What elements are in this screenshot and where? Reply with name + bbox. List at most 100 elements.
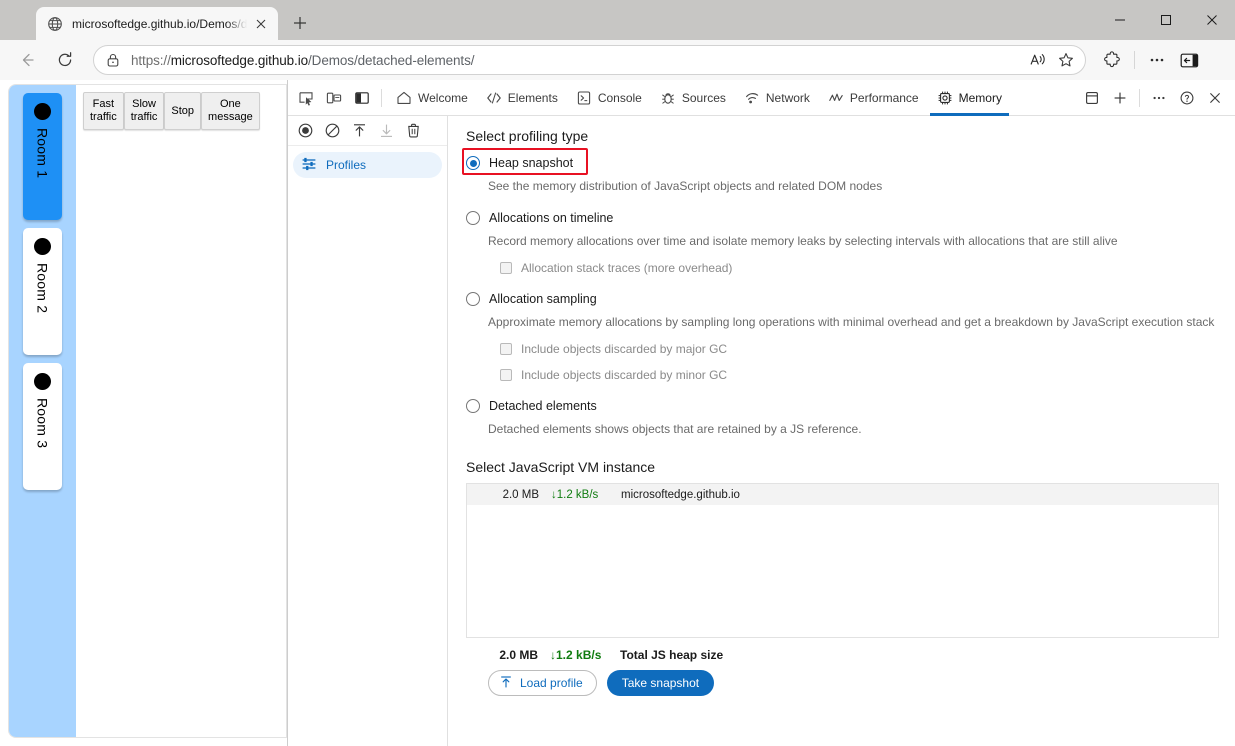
sidebar-icon[interactable] bbox=[1173, 44, 1205, 76]
ellipsis-icon[interactable] bbox=[1141, 44, 1173, 76]
tab-network[interactable]: Network bbox=[735, 80, 819, 116]
checkbox-include-minor-gc[interactable]: Include objects discarded by minor GC bbox=[500, 368, 727, 382]
omnibox-actions bbox=[1024, 46, 1080, 74]
upload-arrow-icon bbox=[499, 675, 513, 692]
load-profile-icon[interactable] bbox=[347, 119, 371, 143]
record-icon[interactable] bbox=[293, 119, 317, 143]
browser-tab[interactable]: microsoftedge.github.io/Demos/d bbox=[36, 7, 279, 40]
option-heap-snapshot: Heap snapshot See the memory distributio… bbox=[462, 148, 1219, 194]
slow-traffic-button[interactable]: Slow traffic bbox=[123, 92, 165, 130]
room-content-pane: Fast traffic Slow traffic Stop One messa… bbox=[76, 85, 286, 737]
total-heap-stats: 2.0 MB ↓1.2 kB/s Total JS heap size bbox=[488, 648, 1219, 662]
radio-allocation-sampling[interactable]: Allocation sampling bbox=[466, 288, 597, 310]
inspect-element-icon[interactable] bbox=[292, 84, 320, 112]
tab-console[interactable]: Console bbox=[567, 80, 651, 116]
tab-close-icon[interactable] bbox=[251, 14, 271, 34]
help-icon[interactable] bbox=[1173, 84, 1201, 112]
address-bar[interactable]: https://microsoftedge.github.io/Demos/de… bbox=[93, 45, 1086, 75]
radio-indicator bbox=[466, 292, 480, 306]
take-snapshot-button[interactable]: Take snapshot bbox=[606, 670, 715, 696]
room-button-3[interactable]: Room 3 bbox=[23, 363, 62, 490]
radio-indicator bbox=[466, 156, 480, 170]
memory-action-buttons: Load profile Take snapshot bbox=[488, 670, 1219, 696]
tab-label: Performance bbox=[849, 90, 919, 105]
more-tabs-plus-icon[interactable] bbox=[1106, 84, 1134, 112]
vm-rate: ↓1.2 kB/s bbox=[539, 489, 611, 501]
globe-icon bbox=[47, 16, 63, 32]
checkbox-label: Include objects discarded by major GC bbox=[521, 342, 728, 356]
tab-memory[interactable]: Memory bbox=[928, 80, 1011, 116]
vm-instance-row[interactable]: 2.0 MB ↓1.2 kB/s microsoftedge.github.io bbox=[467, 484, 1218, 505]
device-toolbar-icon[interactable] bbox=[320, 84, 348, 112]
profiling-type-title: Select profiling type bbox=[466, 128, 589, 144]
option-label: Allocations on timeline bbox=[489, 211, 614, 225]
devtools-right-icons bbox=[1078, 84, 1235, 112]
puzzle-piece-icon[interactable] bbox=[1096, 44, 1128, 76]
room-button-2[interactable]: Room 2 bbox=[23, 228, 62, 355]
devtools-close-icon[interactable] bbox=[1201, 84, 1229, 112]
room-label: Room 1 bbox=[34, 128, 51, 179]
tab-performance[interactable]: Performance bbox=[819, 80, 928, 116]
url-host: microsoftedge.github.io bbox=[170, 52, 309, 68]
memory-sidebar: Profiles bbox=[288, 116, 448, 746]
clear-icon[interactable] bbox=[320, 119, 344, 143]
tab-welcome[interactable]: Welcome bbox=[387, 80, 477, 116]
option-description: See the memory distribution of JavaScrip… bbox=[488, 179, 883, 193]
tab-elements[interactable]: Elements bbox=[477, 80, 567, 116]
dock-side-icon[interactable] bbox=[348, 84, 376, 112]
url-text: https://microsoftedge.github.io/Demos/de… bbox=[131, 53, 1024, 68]
reload-icon[interactable] bbox=[49, 44, 81, 76]
sidebar-item-label: Profiles bbox=[326, 158, 367, 172]
drawer-icon[interactable] bbox=[1078, 84, 1106, 112]
star-icon[interactable] bbox=[1052, 46, 1080, 74]
radio-allocations-on-timeline[interactable]: Allocations on timeline bbox=[466, 207, 613, 229]
minimize-icon[interactable] bbox=[1097, 0, 1143, 40]
save-profile-icon[interactable] bbox=[374, 119, 398, 143]
bug-icon bbox=[660, 90, 676, 106]
fast-traffic-button[interactable]: Fast traffic bbox=[83, 92, 124, 130]
devtools-ellipsis-icon[interactable] bbox=[1145, 84, 1173, 112]
one-message-button[interactable]: One message bbox=[201, 92, 260, 130]
stop-button[interactable]: Stop bbox=[164, 92, 202, 130]
room-status-dot bbox=[34, 373, 51, 390]
checkbox-include-major-gc[interactable]: Include objects discarded by major GC bbox=[500, 342, 727, 356]
checkbox-allocation-stack-traces[interactable]: Allocation stack traces (more overhead) bbox=[500, 261, 732, 275]
checkbox-label: Allocation stack traces (more overhead) bbox=[521, 261, 733, 275]
browser-toolbar: https://microsoftedge.github.io/Demos/de… bbox=[0, 40, 1235, 80]
load-profile-button[interactable]: Load profile bbox=[488, 670, 597, 696]
room-button-1[interactable]: Room 1 bbox=[23, 93, 62, 220]
toolbar-right-actions bbox=[1086, 44, 1215, 76]
url-path: /Demos/detached-elements/ bbox=[308, 52, 475, 68]
devtools-tabbar: Welcome Elements Console Sources Network… bbox=[288, 80, 1235, 116]
delete-icon[interactable] bbox=[401, 119, 425, 143]
maximize-icon[interactable] bbox=[1143, 0, 1189, 40]
total-heap-rate: ↓1.2 kB/s bbox=[538, 648, 610, 662]
checkbox-indicator bbox=[500, 262, 512, 274]
console-icon bbox=[576, 90, 592, 106]
tab-sources[interactable]: Sources bbox=[651, 80, 735, 116]
memory-sidebar-toolbar bbox=[288, 116, 447, 146]
sidebar-item-profiles[interactable]: Profiles bbox=[293, 152, 442, 178]
profiles-icon bbox=[301, 156, 317, 175]
tab-label: Network bbox=[765, 90, 810, 105]
radio-detached-elements[interactable]: Detached elements bbox=[466, 395, 597, 417]
vm-size: 2.0 MB bbox=[502, 488, 539, 501]
lock-icon[interactable] bbox=[104, 51, 122, 69]
read-aloud-icon[interactable] bbox=[1024, 46, 1052, 74]
vm-instance-list[interactable]: 2.0 MB ↓1.2 kB/s microsoftedge.github.io bbox=[466, 483, 1219, 638]
back-arrow-icon[interactable] bbox=[11, 44, 43, 76]
option-description: Record memory allocations over time and … bbox=[488, 234, 1118, 248]
radio-heap-snapshot[interactable]: Heap snapshot bbox=[462, 148, 588, 175]
home-icon bbox=[396, 90, 412, 106]
option-label: Allocation sampling bbox=[489, 292, 597, 306]
radio-indicator bbox=[466, 399, 480, 413]
tab-label: Console bbox=[597, 90, 642, 105]
web-page-viewport: Room 1 Room 2 Room 3 Fast traffic Slow t… bbox=[0, 80, 287, 746]
code-brackets-icon bbox=[486, 90, 502, 106]
option-description: Approximate memory allocations by sampli… bbox=[488, 315, 1215, 329]
window-close-icon[interactable] bbox=[1189, 0, 1235, 40]
demo-app: Room 1 Room 2 Room 3 Fast traffic Slow t… bbox=[8, 84, 287, 738]
tab-label: Sources bbox=[681, 90, 726, 105]
load-profile-label: Load profile bbox=[520, 676, 583, 690]
new-tab-button[interactable] bbox=[286, 9, 314, 37]
